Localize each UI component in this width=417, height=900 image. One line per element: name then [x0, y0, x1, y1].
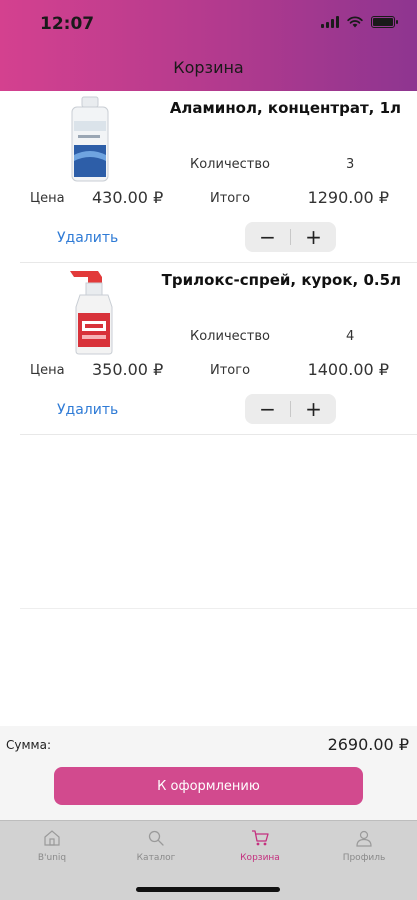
sum-value: 2690.00 ₽	[327, 735, 409, 754]
quantity-value: 4	[346, 329, 355, 344]
decrement-button[interactable]: −	[245, 222, 290, 252]
product-name: Аламинол, концентрат, 1л	[169, 99, 401, 117]
quantity-label: Количество	[190, 157, 270, 172]
total-value: 1400.00 ₽	[307, 360, 389, 379]
divider	[20, 608, 417, 609]
checkout-button[interactable]: К оформлению	[54, 767, 363, 805]
cart-item: Аламинол, концентрат, 1л Количество 3 Це…	[0, 91, 417, 263]
quantity-stepper: − +	[245, 394, 336, 424]
header: 12:07 Корзина	[0, 0, 417, 91]
product-bottle-image	[71, 96, 109, 182]
price-label: Цена	[30, 363, 65, 378]
sum-label: Сумма:	[6, 738, 51, 752]
delete-button[interactable]: Удалить	[57, 230, 118, 246]
increment-button[interactable]: +	[291, 394, 336, 424]
increment-button[interactable]: +	[291, 222, 336, 252]
search-icon	[148, 830, 164, 846]
cart-icon	[252, 830, 269, 846]
decrement-button[interactable]: −	[245, 394, 290, 424]
quantity-value: 3	[346, 157, 355, 172]
tab-home[interactable]: B'uniq	[17, 829, 87, 863]
page-title: Корзина	[173, 58, 244, 77]
quantity-label: Количество	[190, 329, 270, 344]
battery-icon	[371, 16, 398, 28]
price-value: 430.00 ₽	[92, 188, 164, 207]
profile-icon	[356, 830, 372, 847]
home-indicator	[136, 887, 280, 892]
signal-icon	[321, 16, 339, 28]
tab-cart[interactable]: Корзина	[225, 829, 295, 863]
divider	[20, 434, 417, 435]
price-label: Цена	[30, 191, 65, 206]
total-value: 1290.00 ₽	[307, 188, 389, 207]
total-label: Итого	[210, 363, 251, 378]
price-value: 350.00 ₽	[92, 360, 164, 379]
tab-label: Корзина	[240, 853, 280, 863]
wifi-icon	[347, 16, 363, 28]
summary-bar: Сумма: 2690.00 ₽ К оформлению	[0, 726, 417, 820]
tab-label: Профиль	[342, 853, 386, 863]
total-label: Итого	[210, 191, 251, 206]
delete-button[interactable]: Удалить	[57, 402, 118, 418]
status-time: 12:07	[40, 14, 95, 34]
status-icons	[321, 16, 398, 28]
tab-bar: B'uniq Каталог Корзина Профиль	[0, 820, 417, 900]
tab-label: Каталог	[136, 853, 176, 863]
tab-label: B'uniq	[37, 853, 67, 863]
tab-catalog[interactable]: Каталог	[121, 829, 191, 863]
product-spray-image	[70, 271, 113, 355]
tab-profile[interactable]: Профиль	[329, 829, 399, 863]
home-icon	[44, 830, 60, 846]
quantity-stepper: − +	[245, 222, 336, 252]
product-name: Трилокс-спрей, курок, 0.5л	[161, 271, 401, 289]
cart-item: Трилокс-спрей, курок, 0.5л Количество 4 …	[0, 263, 417, 435]
